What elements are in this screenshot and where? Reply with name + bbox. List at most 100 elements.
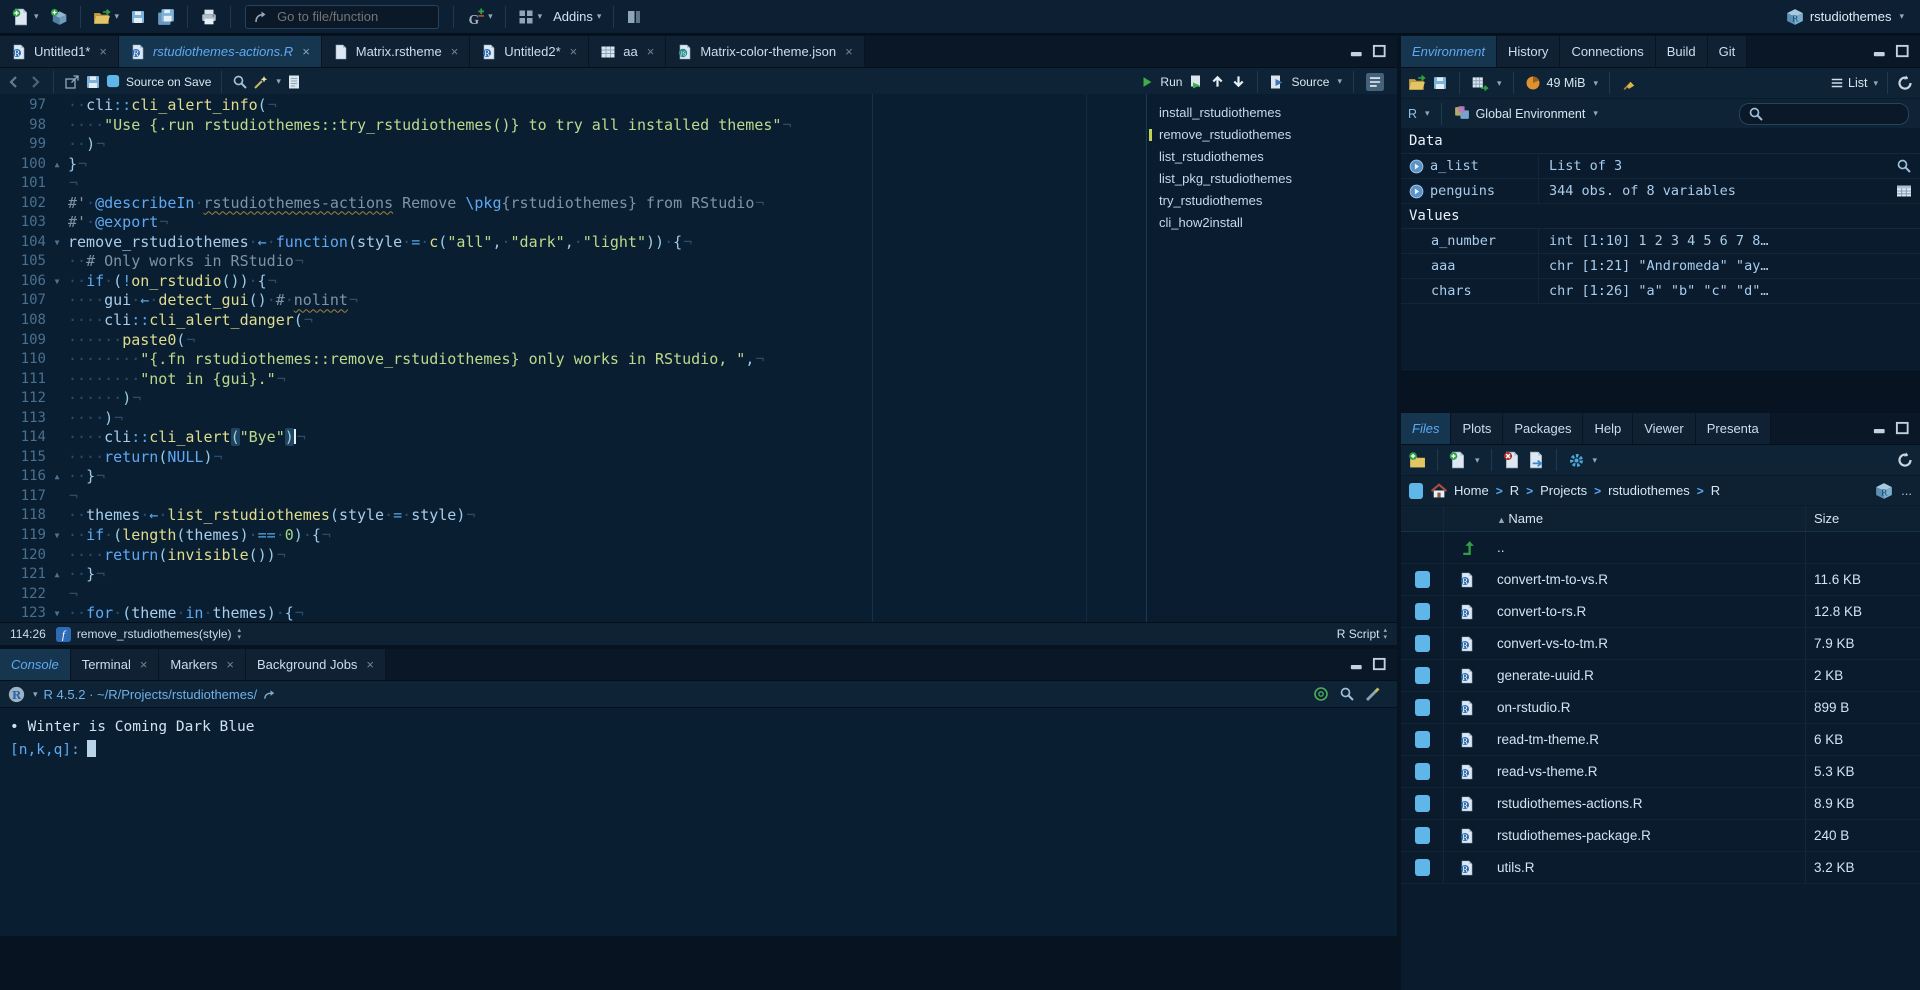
source-tab[interactable]: RUntitled2*× bbox=[470, 36, 589, 67]
code-line[interactable]: 101¬ bbox=[0, 174, 1146, 194]
file-name[interactable]: on-rstudio.R bbox=[1490, 700, 1805, 715]
addins-button[interactable]: Addins▾ bbox=[549, 6, 605, 27]
code-line[interactable]: 107····gui·←·detect_gui()·#·nolint¬ bbox=[0, 291, 1146, 311]
size-column-header[interactable]: Size bbox=[1805, 506, 1920, 531]
code-line[interactable]: 103#'·@export¬ bbox=[0, 213, 1146, 233]
outline-item[interactable]: list_rstudiothemes bbox=[1147, 146, 1397, 168]
file-name[interactable]: utils.R bbox=[1490, 860, 1805, 875]
code-line[interactable]: 105··# Only works in RStudio¬ bbox=[0, 252, 1146, 272]
refresh-icon[interactable] bbox=[1897, 452, 1913, 468]
fold-marker-icon[interactable]: ▲ bbox=[46, 565, 68, 585]
rerun-icon[interactable] bbox=[1188, 74, 1204, 90]
fold-marker-icon[interactable]: ▼ bbox=[46, 233, 68, 253]
console-tab-background-jobs[interactable]: Background Jobs× bbox=[246, 649, 386, 680]
fold-marker-icon[interactable]: ▼ bbox=[46, 526, 68, 546]
file-name[interactable]: read-tm-theme.R bbox=[1490, 732, 1805, 747]
environment-object-row[interactable]: a_numberint [1:10] 1 2 3 4 5 6 7 8… bbox=[1401, 229, 1920, 254]
memory-usage-label[interactable]: 49 MiB bbox=[1547, 76, 1586, 90]
fold-marker-icon[interactable]: ▼ bbox=[46, 272, 68, 292]
run-below-icon[interactable] bbox=[1231, 74, 1246, 89]
file-row[interactable]: Rrstudiothemes-package.R240 B bbox=[1401, 820, 1920, 852]
console-tab-markers[interactable]: Markers× bbox=[159, 649, 246, 680]
load-workspace-icon[interactable] bbox=[1408, 74, 1426, 92]
file-name[interactable]: convert-tm-to-vs.R bbox=[1490, 572, 1805, 587]
code-tools-icon[interactable] bbox=[253, 74, 269, 90]
refresh-icon[interactable] bbox=[1897, 75, 1913, 91]
code-line[interactable]: 104▼remove_rstudiothemes·←·function(styl… bbox=[0, 233, 1146, 253]
up-directory-icon[interactable] bbox=[1444, 532, 1490, 563]
close-icon[interactable]: × bbox=[451, 44, 459, 59]
file-checkbox[interactable] bbox=[1415, 795, 1430, 812]
scope-selector[interactable]: f remove_rstudiothemes(style) ▴▾ bbox=[56, 627, 241, 642]
file-row[interactable]: Ron-rstudio.R899 B bbox=[1401, 692, 1920, 724]
code-line[interactable]: 113····)¬ bbox=[0, 409, 1146, 429]
maximize-icon[interactable] bbox=[1372, 657, 1387, 672]
fold-marker-icon[interactable]: ▲ bbox=[46, 467, 68, 487]
breadcrumb-item[interactable]: Home bbox=[1454, 483, 1489, 498]
file-row[interactable]: Rconvert-tm-to-vs.R11.6 KB bbox=[1401, 564, 1920, 596]
run-label[interactable]: Run bbox=[1160, 75, 1182, 89]
save-all-button[interactable] bbox=[153, 5, 179, 29]
back-icon[interactable] bbox=[6, 74, 22, 90]
tab-history[interactable]: History bbox=[1497, 36, 1560, 67]
file-row[interactable]: Rread-vs-theme.R5.3 KB bbox=[1401, 756, 1920, 788]
code-line[interactable]: 111········"not in {gui}."¬ bbox=[0, 370, 1146, 390]
view-table-icon[interactable] bbox=[1896, 183, 1920, 199]
file-row[interactable]: Rread-tm-theme.R6 KB bbox=[1401, 724, 1920, 756]
code-line[interactable]: 117¬ bbox=[0, 487, 1146, 507]
name-column-header[interactable]: ▲ Name bbox=[1490, 511, 1805, 526]
code-line[interactable]: 97··cli::cli_alert_info(¬ bbox=[0, 96, 1146, 116]
run-above-icon[interactable] bbox=[1210, 74, 1225, 89]
console-output[interactable]: • Winter is Coming Dark Blue [n,k,q]: bbox=[0, 708, 1397, 770]
code-line[interactable]: 114····cli::cli_alert("Bye")¬ bbox=[0, 428, 1146, 448]
save-icon[interactable] bbox=[85, 74, 101, 90]
outline-item[interactable]: cli_how2install bbox=[1147, 212, 1397, 234]
outline-item[interactable]: install_rstudiothemes bbox=[1147, 102, 1397, 124]
file-checkbox[interactable] bbox=[1415, 699, 1430, 716]
file-name[interactable]: rstudiothemes-actions.R bbox=[1490, 796, 1805, 811]
tab-git[interactable]: Git bbox=[1708, 36, 1748, 67]
source-doc-icon[interactable] bbox=[1269, 74, 1285, 90]
project-menu[interactable]: R rstudiothemes ▾ bbox=[1786, 8, 1912, 26]
new-folder-icon[interactable] bbox=[1408, 451, 1426, 469]
goto-file-function-input[interactable] bbox=[275, 8, 409, 25]
fold-marker-icon[interactable]: ▼ bbox=[46, 604, 68, 622]
close-icon[interactable]: × bbox=[226, 657, 234, 672]
tab-presenta[interactable]: Presenta bbox=[1696, 413, 1771, 444]
source-tab[interactable]: JSMatrix-color-theme.json× bbox=[666, 36, 864, 67]
close-icon[interactable]: × bbox=[366, 657, 374, 672]
code-line[interactable]: 118··themes·←·list_rstudiothemes(style·=… bbox=[0, 506, 1146, 526]
environment-object-row[interactable]: aaachr [1:21] "Andromeda" "ay… bbox=[1401, 254, 1920, 279]
code-line[interactable]: 121▲··}¬ bbox=[0, 565, 1146, 585]
environment-object-row[interactable]: charschr [1:26] "a" "b" "c" "d"… bbox=[1401, 279, 1920, 304]
fold-marker-icon[interactable]: ▲ bbox=[46, 155, 68, 175]
source-tab[interactable]: Rrstudiothemes-actions.R× bbox=[119, 36, 322, 67]
new-blank-file-icon[interactable] bbox=[1449, 451, 1467, 469]
close-icon[interactable]: × bbox=[302, 44, 310, 59]
maximize-icon[interactable] bbox=[1372, 44, 1387, 59]
tab-build[interactable]: Build bbox=[1656, 36, 1708, 67]
home-icon[interactable] bbox=[1430, 482, 1447, 499]
inspect-object-icon[interactable] bbox=[1896, 158, 1920, 174]
breadcrumb-item[interactable]: Projects bbox=[1540, 483, 1587, 498]
r-project-cube-icon[interactable]: R bbox=[1875, 482, 1893, 500]
source-tab[interactable]: aa× bbox=[589, 36, 666, 67]
code-line[interactable]: 123▼··for·(theme·in·themes)·{¬ bbox=[0, 604, 1146, 622]
outline-toggle-icon[interactable] bbox=[1365, 73, 1385, 91]
file-row[interactable]: Rutils.R3.2 KB bbox=[1401, 852, 1920, 884]
environment-object-row[interactable]: a_listList of 3 bbox=[1401, 154, 1920, 179]
more-button[interactable]: ... bbox=[1901, 483, 1912, 498]
workspace-panes-button[interactable] bbox=[622, 6, 646, 28]
expand-object-icon[interactable] bbox=[1409, 184, 1424, 199]
source-tab[interactable]: Matrix.rstheme× bbox=[322, 36, 471, 67]
chevron-down-icon[interactable]: ▾ bbox=[33, 689, 38, 700]
delete-file-icon[interactable] bbox=[1503, 451, 1521, 469]
open-file-button[interactable]: ▾ bbox=[89, 5, 124, 29]
file-checkbox[interactable] bbox=[1415, 763, 1430, 780]
environment-selector[interactable]: Global Environment bbox=[1476, 107, 1586, 121]
minimize-icon[interactable] bbox=[1349, 44, 1364, 59]
close-icon[interactable]: × bbox=[845, 44, 853, 59]
goto-file-function-box[interactable] bbox=[245, 5, 439, 29]
close-icon[interactable]: × bbox=[140, 657, 148, 672]
file-checkbox[interactable] bbox=[1415, 859, 1430, 876]
